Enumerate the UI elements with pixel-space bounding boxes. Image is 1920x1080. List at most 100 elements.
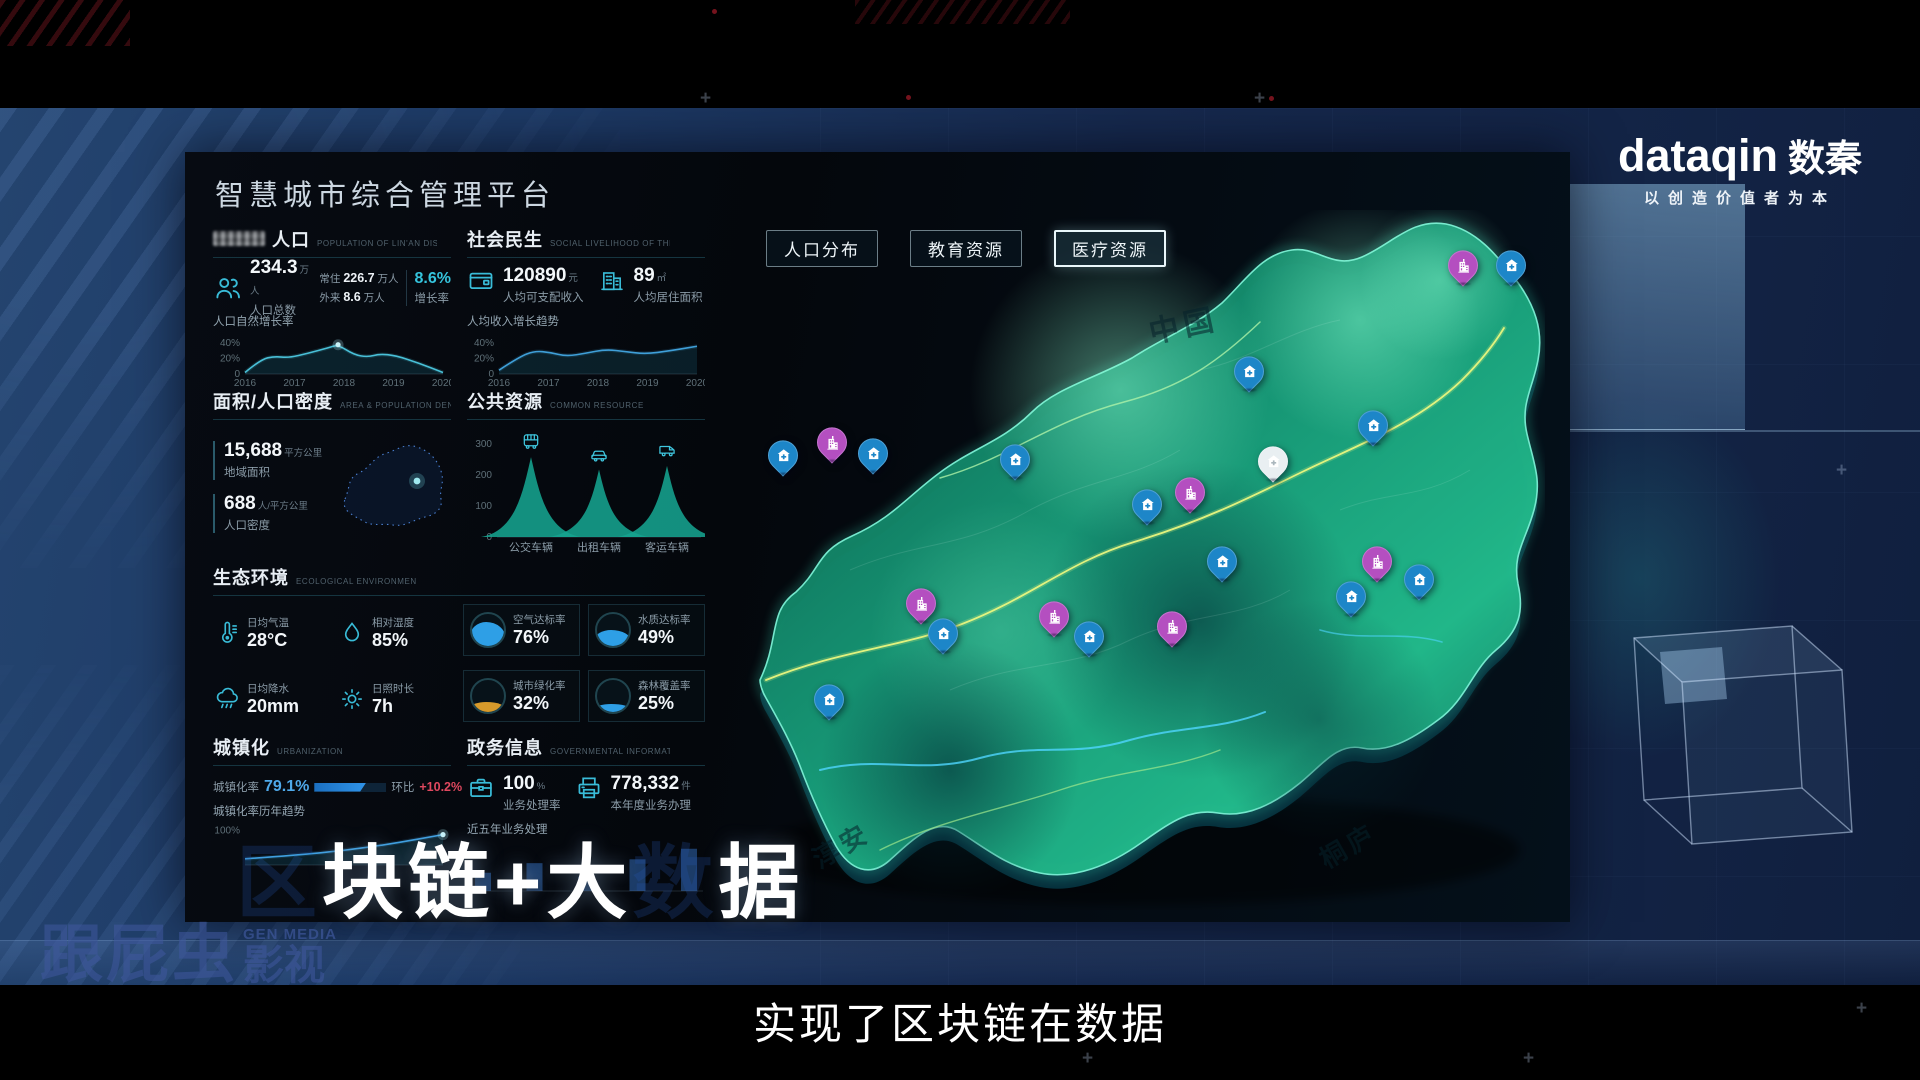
video-subtitle: 实现了区块链在数据 <box>0 990 1920 1052</box>
svg-text:0: 0 <box>486 532 492 543</box>
eco-gauge: 空气达标率76% <box>463 604 580 656</box>
map-pin-hospital[interactable] <box>1039 601 1069 631</box>
processing-rate-stat: 100% 业务处理率 <box>467 774 561 813</box>
urbanization-progress-bar <box>314 783 386 792</box>
dashboard-screen: 智慧城市综合管理平台 人口 POPULATION OF LIN'AN DISTR… <box>185 152 1570 922</box>
map-pin-clinic[interactable] <box>928 618 958 648</box>
svg-text:客运车辆: 客运车辆 <box>645 540 689 554</box>
density-stat: 688人/平方公里 人口密度 <box>213 494 323 533</box>
brand-slogan: 以创造价值者为本 <box>1592 187 1888 208</box>
map-pin-hospital[interactable] <box>1175 477 1205 507</box>
map-filter-button-2[interactable]: 医疗资源 <box>1054 230 1166 267</box>
district-outline-minimap <box>333 437 451 537</box>
plus-mark-decoration <box>700 88 711 110</box>
growth-rate-stat: 8.6% 增长率 <box>406 270 451 306</box>
chart-label: 人口自然增长率 <box>213 313 451 329</box>
map-pin-hospital[interactable] <box>906 588 936 618</box>
svg-text:40%: 40% <box>220 338 240 349</box>
people-icon <box>213 273 243 303</box>
plus-mark-decoration <box>1254 88 1265 110</box>
hatch-decoration <box>0 0 130 46</box>
map-pin-clinic[interactable] <box>1358 410 1388 440</box>
svg-text:100: 100 <box>475 501 492 512</box>
headline-ghost-char: 数 <box>632 839 718 929</box>
red-dot-decoration <box>906 95 911 100</box>
panel-subtitle-en: SOCIAL LIVELIHOOD OF THE PEOPLE <box>550 239 670 248</box>
map-pin-clinic[interactable] <box>1404 564 1434 594</box>
briefcase-icon <box>467 774 495 802</box>
income-stat: 120890元 人均可支配收入 <box>467 266 584 305</box>
chart-label: 人均收入增长趋势 <box>467 313 705 329</box>
headline-overlay: 区块链+大数据 <box>236 818 804 935</box>
map-pin-hospital[interactable] <box>1157 611 1187 641</box>
red-dot-decoration <box>1269 96 1274 101</box>
svg-text:出租车辆: 出租车辆 <box>577 540 621 554</box>
map-filter-button-0[interactable]: 人口分布 <box>766 230 878 267</box>
annual-services-stat: 778,332件 本年度业务办理 <box>575 774 692 813</box>
red-dot-decoration <box>712 9 717 14</box>
printer-icon <box>575 774 603 802</box>
eco-gauge: 水质达标率49% <box>588 604 705 656</box>
housing-stat: 89㎡ 人均居住面积 <box>598 266 703 305</box>
terrain-map <box>700 210 1545 910</box>
dashboard-title: 智慧城市综合管理平台 <box>215 172 555 214</box>
mom-change: +10.2% <box>419 780 462 794</box>
panel-ecology: 生态环境 ECOLOGICAL ENVIRONMENT 日均气温28°C相对湿度… <box>213 564 705 722</box>
map-filter-button-1[interactable]: 教育资源 <box>910 230 1022 267</box>
urbanization-rate: 79.1% <box>264 778 309 796</box>
panel-population: 人口 POPULATION OF LIN'AN DISTRICT 234.3万人… <box>213 226 451 376</box>
map-pin-clinic[interactable] <box>1336 581 1366 611</box>
svg-text:300: 300 <box>475 439 492 450</box>
watermark-name-cn: 跟屁虫 <box>40 924 238 987</box>
vehicles-spike-chart: 0 100 200 300 公交车辆 出租车辆 客运车辆 <box>467 428 705 554</box>
map-filter-buttons: 人口分布教育资源医疗资源 <box>766 230 1166 267</box>
map-pin-clinic[interactable] <box>1132 489 1162 519</box>
eco-gauge: 森林覆盖率25% <box>588 670 705 722</box>
map-pin-clinic[interactable] <box>1207 547 1237 577</box>
letterbox-top <box>0 0 1920 108</box>
panel-subtitle-en: POPULATION OF LIN'AN DISTRICT <box>317 239 437 248</box>
wallet-icon <box>467 266 495 294</box>
eco-item: 日均气温28°C <box>213 604 330 662</box>
svg-text:公交车辆: 公交车辆 <box>509 540 553 554</box>
panel-title: 面积/人口密度 <box>213 388 333 414</box>
headline-ghost-char: 区 <box>236 839 322 929</box>
wireframe-cube-decoration <box>1600 600 1870 880</box>
panel-title: 生态环境 <box>213 564 289 590</box>
map-pin-clinic[interactable] <box>768 440 798 470</box>
svg-text:200: 200 <box>475 470 492 481</box>
brand-logo: dataqin 数秦 以创造价值者为本 <box>1592 128 1888 208</box>
map-pin-hospital[interactable] <box>1448 251 1478 281</box>
map-pin-clinic[interactable] <box>1000 444 1030 474</box>
map-pin-plain[interactable] <box>1258 446 1288 476</box>
eco-item: 相对湿度85% <box>338 604 455 662</box>
blurred-district-name <box>213 231 265 246</box>
pane-line-decoration <box>1545 430 1920 432</box>
ecology-grid: 日均气温28°C相对湿度85%空气达标率76%水质达标率49%日均降水20mm日… <box>213 604 705 728</box>
map-pin-clinic[interactable] <box>1496 251 1526 281</box>
panel-title: 城镇化 <box>213 734 270 760</box>
svg-text:20%: 20% <box>220 354 240 365</box>
city-map: 人口分布教育资源医疗资源 中国淳安桐庐 <box>700 210 1545 910</box>
plus-mark-decoration <box>1836 460 1847 482</box>
panel-title: 人口 <box>272 226 310 252</box>
panel-subtitle-en: ECOLOGICAL ENVIRONMENT <box>296 577 416 586</box>
population-growth-chart: 020%40%20162017201820192020 <box>213 331 451 389</box>
panel-subtitle-en: COMMON RESOURCE <box>550 401 644 410</box>
svg-text:40%: 40% <box>474 338 494 349</box>
video-frame: 智慧城市综合管理平台 人口 POPULATION OF LIN'AN DISTR… <box>0 0 1920 1080</box>
map-pin-hospital[interactable] <box>1362 547 1392 577</box>
panel-subtitle-en: AREA & POPULATION DENSITY <box>340 401 451 410</box>
headline-bright-left: 块链+大 <box>322 839 632 929</box>
map-pin-clinic[interactable] <box>1234 356 1264 386</box>
map-pin-clinic[interactable] <box>858 438 888 468</box>
brand-name-cn: 数秦 <box>1788 128 1862 182</box>
resident-migrant-stats: 常住 226.7 万人 外来 8.6 万人 <box>319 269 398 308</box>
panel-subtitle-en: URBANIZATION <box>277 747 343 756</box>
panel-livelihood: 社会民生 SOCIAL LIVELIHOOD OF THE PEOPLE 120… <box>467 226 705 376</box>
map-pin-clinic[interactable] <box>1074 622 1104 652</box>
map-pin-hospital[interactable] <box>817 428 847 458</box>
income-trend-chart: 020%40%20162017201820192020 <box>467 331 705 389</box>
map-pin-clinic[interactable] <box>814 684 844 714</box>
watermark-suffix: 影视 <box>243 943 337 987</box>
